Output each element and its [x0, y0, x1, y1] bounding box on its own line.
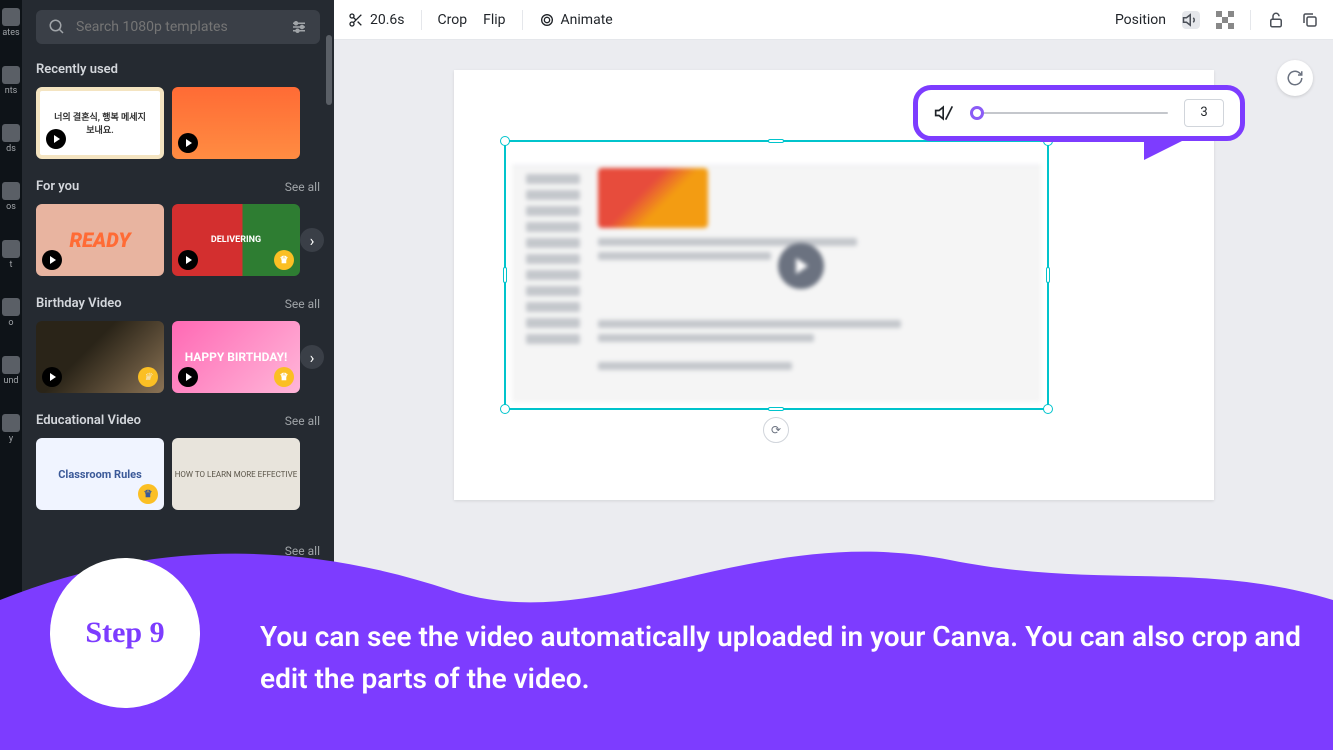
step-label: Step 9 [85, 616, 164, 650]
animate-button[interactable]: Animate [539, 12, 613, 28]
flip-button[interactable]: Flip [483, 12, 505, 28]
play-icon [42, 250, 62, 270]
play-icon [42, 367, 62, 387]
transparency-value[interactable]: 3 [1184, 99, 1224, 127]
see-all-link[interactable]: See all [285, 414, 320, 428]
context-toolbar: 20.6s Crop Flip Animate Position [334, 0, 1333, 40]
crown-icon: ♛ [138, 367, 158, 387]
video-element[interactable]: ⟳ [504, 140, 1049, 410]
slider-thumb[interactable] [970, 106, 984, 120]
resize-handle[interactable] [1043, 404, 1053, 414]
play-icon [178, 250, 198, 270]
section-title: Birthday Video [36, 296, 122, 311]
resize-handle[interactable] [768, 139, 784, 143]
template-card[interactable]: READY [36, 204, 164, 276]
video-preview [512, 148, 1041, 402]
section-title: Educational Video [36, 413, 141, 428]
sync-icon[interactable]: ⟳ [763, 417, 789, 443]
see-all-link[interactable]: See all [285, 297, 320, 311]
nav-rail-item[interactable]: nts [2, 66, 20, 96]
position-button[interactable]: Position [1115, 12, 1166, 28]
nav-rail-item[interactable]: o [2, 298, 20, 328]
duplicate-icon[interactable] [1301, 11, 1319, 29]
nav-rail-item[interactable]: os [2, 182, 20, 212]
nav-rail-item[interactable]: und [2, 356, 20, 386]
settings-icon[interactable] [290, 18, 308, 36]
nav-rail-item[interactable]: y [2, 414, 20, 444]
template-card[interactable]: ♛ [36, 321, 164, 393]
nav-rail-item[interactable]: ates [2, 8, 20, 38]
nav-rail-item[interactable]: ds [2, 124, 20, 154]
section-birthday-video: Birthday Video See all ♛ HAPPY BIRTHDAY!… [36, 296, 320, 393]
resize-handle[interactable] [1046, 267, 1050, 283]
step-badge: Step 9 [50, 558, 200, 708]
resize-handle[interactable] [500, 136, 510, 146]
scrollbar[interactable] [326, 10, 332, 530]
play-icon [178, 367, 198, 387]
play-icon [46, 129, 66, 149]
refresh-button[interactable] [1277, 60, 1313, 96]
scissors-icon [348, 12, 364, 28]
chevron-right-icon[interactable]: › [300, 345, 324, 369]
search-input[interactable] [76, 19, 280, 35]
crown-icon: ♛ [274, 367, 294, 387]
crop-button[interactable]: Crop [438, 12, 468, 28]
template-card[interactable]: HAPPY BIRTHDAY!♛ [172, 321, 300, 393]
lock-icon[interactable] [1267, 11, 1285, 29]
resize-handle[interactable] [500, 404, 510, 414]
animate-icon [539, 12, 555, 28]
see-all-link[interactable]: See all [285, 180, 320, 194]
transparency-popover: 3 [913, 85, 1245, 141]
mute-icon[interactable] [934, 103, 954, 123]
transparency-slider[interactable] [970, 112, 1168, 114]
transparency-icon[interactable] [1216, 11, 1234, 29]
search-bar[interactable] [36, 10, 320, 44]
section-title: Recently used [36, 62, 118, 77]
template-card[interactable]: DELIVERING♛ [172, 204, 300, 276]
crown-icon: ♛ [274, 250, 294, 270]
tutorial-text: You can see the video automatically uplo… [260, 616, 1303, 700]
section-title: For you [36, 179, 79, 194]
resize-handle[interactable] [768, 407, 784, 411]
template-card[interactable] [172, 87, 300, 159]
play-icon [178, 133, 198, 153]
section-recently-used: Recently used 너의 결혼식, 행복 메세지 보내요. [36, 62, 320, 159]
volume-icon[interactable] [1182, 11, 1200, 29]
section-educational-video: Educational Video See all Classroom Rule… [36, 413, 320, 510]
tutorial-overlay: Step 9 You can see the video automatical… [0, 500, 1333, 750]
section-for-you: For you See all READY DELIVERING♛ › [36, 179, 320, 276]
resize-handle[interactable] [503, 267, 507, 283]
template-card[interactable]: 너의 결혼식, 행복 메세지 보내요. [36, 87, 164, 159]
nav-rail-item[interactable]: t [2, 240, 20, 270]
duration-button[interactable]: 20.6s [348, 12, 405, 28]
search-icon [48, 18, 66, 36]
chevron-right-icon[interactable]: › [300, 228, 324, 252]
